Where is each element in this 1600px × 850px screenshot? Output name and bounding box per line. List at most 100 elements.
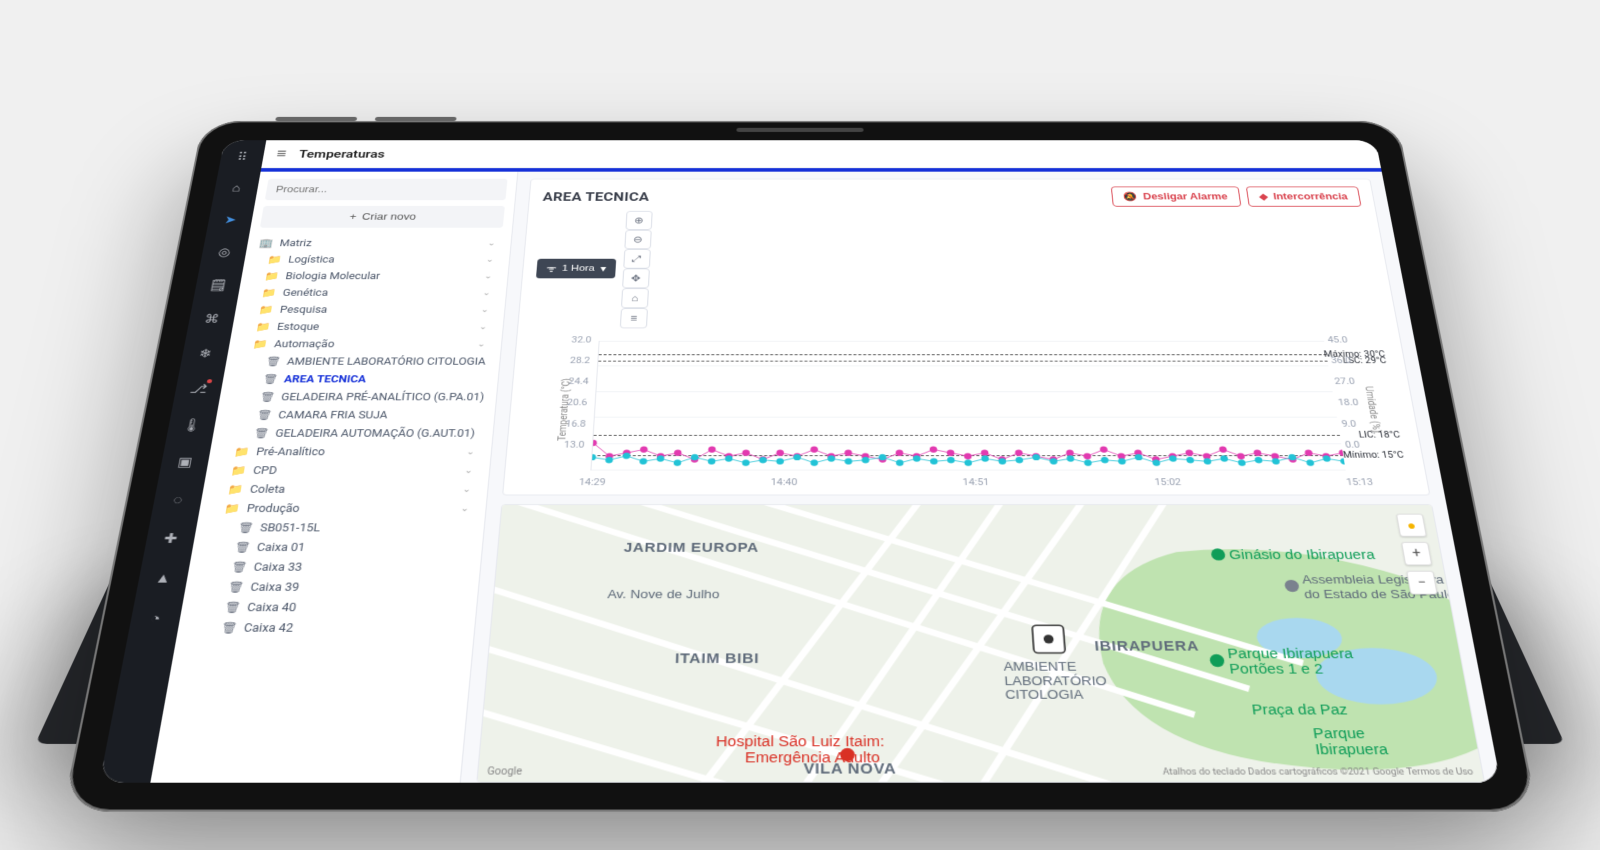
list-icon[interactable]: ≡: [620, 308, 648, 328]
app-screen: ⠿ ⌂ ➤ ◎ 🗒 ⌘ ❄ ⎇ 🌡 ▣ ◌ ✚ ▲ ◔ ≡ Temperaturas +: [99, 140, 1500, 783]
chart-plot[interactable]: Máximo: 30°CLSC: 29°CLIC: 18°CMínimo: 15…: [590, 341, 1345, 471]
tree-label: Pesquisa: [279, 304, 328, 315]
tree-folder[interactable]: 📁Logística⌄: [253, 251, 501, 267]
expand-icon[interactable]: ⤢: [623, 249, 651, 268]
tree-folder[interactable]: 📁Automação⌄: [238, 335, 493, 352]
svg-text:Parque Ibirapuera: Parque Ibirapuera: [1227, 645, 1355, 661]
tree-label: Logística: [287, 254, 335, 264]
thermo-icon[interactable]: 🌡: [176, 413, 208, 436]
map-card[interactable]: JARDIM EUROPA ITAIM BIBI VILA NOVA IBIRA…: [476, 504, 1485, 783]
tree-device[interactable]: 🗑GELADEIRA AUTOMAÇÃO (G.AUT.01): [222, 424, 484, 442]
tree-device[interactable]: 🗑Caixa 42: [187, 618, 465, 639]
search-input[interactable]: [265, 179, 508, 200]
tree-device[interactable]: 🗑Caixa 01: [201, 538, 472, 558]
chevron-down-icon: ▾: [600, 263, 606, 274]
branch-icon[interactable]: ⎇: [183, 378, 215, 401]
square-icon[interactable]: ▣: [169, 450, 202, 474]
tree-folder[interactable]: 🏢Matriz⌄: [256, 235, 502, 251]
tree-folder[interactable]: 📁Genética⌄: [247, 284, 497, 301]
tree-label: CAMARA FRIA SUJA: [277, 409, 388, 421]
tree-label: Matriz: [279, 238, 313, 248]
home-icon[interactable]: ⌂: [222, 178, 252, 198]
target-icon[interactable]: ◎: [209, 242, 239, 263]
tree-device[interactable]: 🗑Caixa 40: [191, 597, 467, 617]
chevron-down-icon: ⌄: [477, 340, 490, 349]
disable-alarm-label: Desligar Alarme: [1143, 192, 1229, 202]
svg-text:Ginásio do Ibirapuera: Ginásio do Ibirapuera: [1228, 547, 1376, 562]
tree-device[interactable]: 🗑Caixa 33: [198, 557, 471, 577]
zoom-in-button[interactable]: +: [1401, 542, 1432, 565]
folder-icon: 📁: [252, 339, 269, 350]
page-title: Temperaturas: [298, 147, 386, 160]
x-tick: 15:13: [1345, 476, 1373, 487]
bell-off-icon: 🔕: [1123, 192, 1138, 202]
device-icon: 🗑: [226, 581, 245, 594]
device-icon: 🗑: [230, 561, 249, 574]
device-icon: 🗑: [256, 409, 274, 421]
device-icon: 🗑: [237, 522, 256, 534]
folder-icon: 📁: [230, 465, 248, 477]
clipboard-icon[interactable]: 🗒: [203, 275, 234, 296]
chevron-down-icon: ⌄: [464, 466, 477, 475]
tree-device[interactable]: 🗑AREA TECNICA: [231, 370, 488, 388]
plus-icon: +: [349, 212, 357, 222]
tree-device[interactable]: 🗑GELADEIRA PRÉ-ANALÍTICO (G.PA.01): [228, 388, 487, 406]
alert-icon[interactable]: ▲: [146, 565, 180, 590]
folder-icon: 📁: [261, 287, 278, 298]
map-district: JARDIM EUROPA: [623, 540, 759, 555]
chart-title: AREA TECNICA: [542, 190, 649, 204]
refresh-icon[interactable]: ◌: [161, 488, 194, 512]
tree-folder[interactable]: 📁Pré-Analítico⌄: [218, 443, 481, 462]
folder-icon: 📁: [227, 483, 245, 495]
clock-icon[interactable]: ◔: [138, 606, 173, 632]
apps-icon[interactable]: ⠿: [228, 147, 257, 167]
folder-icon: 📁: [267, 254, 284, 264]
tree-label: AMBIENTE LABORATÓRIO CITOLOGIA: [286, 356, 486, 367]
tree-folder[interactable]: 📁Produção⌄: [208, 499, 476, 518]
tree-folder[interactable]: 📁Biologia Molecular⌄: [250, 268, 499, 285]
command-icon[interactable]: ⌘: [196, 308, 227, 330]
tree-folder[interactable]: 📁Estoque⌄: [241, 318, 494, 335]
map-marker[interactable]: AMBIENTE LABORATÓRIO CITOLOGIA: [1001, 625, 1109, 702]
incident-button[interactable]: ◆ Intercorrência: [1246, 187, 1362, 207]
svg-text:Instituto Dan.: Instituto Dan.: [1466, 623, 1483, 639]
health-icon[interactable]: ✚: [154, 526, 188, 551]
pegman-icon[interactable]: ●: [1396, 514, 1427, 537]
device-icon: 🗑: [259, 391, 277, 402]
create-button[interactable]: + Criar novo: [260, 206, 505, 228]
tree-folder[interactable]: 📁 CPD ⌄: [215, 461, 480, 480]
nav-icon[interactable]: ➤: [215, 210, 245, 230]
y-axis-label: Temperatura (°C): [557, 378, 572, 441]
tree-device[interactable]: 🗑CAMARA FRIA SUJA: [225, 406, 485, 424]
chevron-down-icon: ⌄: [460, 504, 474, 514]
tree-device[interactable]: 🗑AMBIENTE LABORATÓRIO CITOLOGIA: [235, 353, 491, 371]
tree-device[interactable]: 🗑Caixa 39: [194, 577, 468, 597]
tree-label: CPD: [252, 465, 278, 477]
tree-label: Coleta: [249, 483, 286, 495]
tree-folder[interactable]: 📁Pesquisa⌄: [244, 301, 496, 318]
disable-alarm-button[interactable]: 🔕 Desligar Alarme: [1111, 187, 1241, 207]
tree-label: Biologia Molecular: [285, 271, 381, 282]
ref-line-label: Mínimo: 15°C: [1342, 451, 1404, 460]
home-icon[interactable]: ⌂: [621, 288, 649, 308]
svg-text:Portões 1 e 2: Portões 1 e 2: [1228, 661, 1324, 677]
incident-label: Intercorrência: [1272, 192, 1348, 202]
tree-label: AREA TECNICA: [283, 374, 367, 385]
x-tick: 14:40: [771, 476, 798, 487]
tree-folder[interactable]: 📁Coleta⌄: [212, 480, 478, 499]
map-controls: ● + −: [1396, 514, 1438, 595]
zoom-out-icon[interactable]: ⊖: [624, 230, 651, 249]
zoom-out-button[interactable]: −: [1406, 571, 1438, 595]
chevron-down-icon: ⌄: [479, 322, 492, 331]
menu-icon[interactable]: ≡: [275, 146, 287, 161]
zoom-in-icon[interactable]: ⊕: [625, 211, 652, 230]
tree-label: Genética: [282, 287, 329, 298]
map-canvas: JARDIM EUROPA ITAIM BIBI VILA NOVA IBIRA…: [477, 505, 1483, 782]
chart-area: Temperatura (°C) Umidade (%) Máximo: 30°…: [518, 333, 1414, 489]
pan-icon[interactable]: ✥: [622, 269, 650, 289]
svg-text:Av. Nove de Julho: Av. Nove de Julho: [607, 587, 720, 601]
snow-icon[interactable]: ❄: [190, 342, 222, 364]
tree-label: Pré-Analítico: [255, 446, 325, 458]
time-range-dropdown[interactable]: ᯤ 1 Hora ▾: [536, 259, 616, 279]
tree-device[interactable]: 🗑SB051-15L: [205, 518, 474, 537]
